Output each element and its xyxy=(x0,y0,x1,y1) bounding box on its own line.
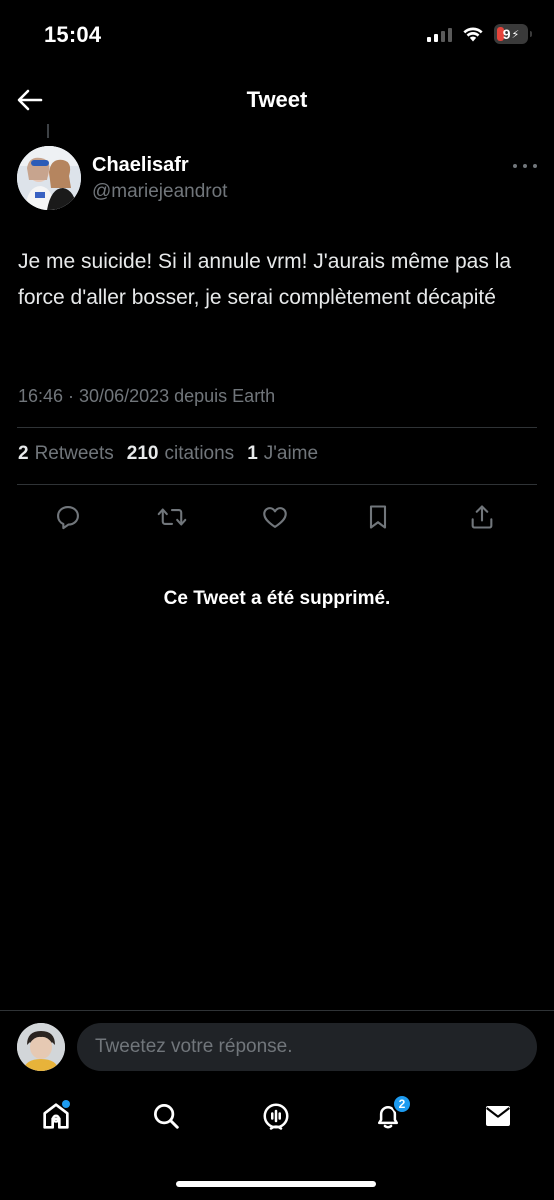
tweet-text: Je me suicide! Si il annule vrm! J'aurai… xyxy=(18,250,512,309)
author-handle[interactable]: @mariejeandrot xyxy=(92,181,227,203)
bookmark-icon xyxy=(369,505,387,529)
bottom-tab-bar: 2 xyxy=(0,1082,554,1152)
battery-indicator: 9 ⚡ xyxy=(494,24,532,44)
spaces-icon xyxy=(263,1103,289,1130)
tweet-author: Chaelisafr @mariejeandrot xyxy=(17,146,537,212)
reply-icon xyxy=(57,506,79,530)
page-title: Tweet xyxy=(246,87,308,112)
quotes-count[interactable]: 210 xyxy=(127,443,159,465)
home-unread-dot xyxy=(62,1100,70,1108)
deleted-tweet-notice: Ce Tweet a été supprimé. xyxy=(163,588,391,609)
retweet-button[interactable] xyxy=(152,497,192,537)
author-avatar[interactable] xyxy=(17,146,81,210)
tab-search[interactable] xyxy=(144,1094,188,1138)
search-icon xyxy=(154,1104,179,1129)
tab-home[interactable] xyxy=(34,1094,78,1138)
cellular-signal-icon xyxy=(427,26,452,42)
back-button[interactable] xyxy=(14,84,46,116)
divider xyxy=(17,484,537,485)
tab-messages[interactable] xyxy=(476,1094,520,1138)
status-time: 15:04 xyxy=(44,22,102,47)
avatar-image xyxy=(17,146,81,210)
wifi-icon xyxy=(463,27,483,42)
tweet-timestamp[interactable]: 16:46 · 30/06/2023 depuis Earth xyxy=(18,386,275,407)
likes-count[interactable]: 1 xyxy=(247,443,258,465)
bookmark-button[interactable] xyxy=(358,497,398,537)
divider xyxy=(17,427,537,428)
like-icon xyxy=(263,507,287,528)
more-options-icon[interactable] xyxy=(513,158,537,174)
avatar-image xyxy=(17,1023,65,1071)
retweet-icon xyxy=(157,508,187,526)
notifications-badge: 2 xyxy=(392,1094,412,1114)
like-button[interactable] xyxy=(255,497,295,537)
likes-label[interactable]: J'aime xyxy=(264,443,318,465)
thread-connector-line xyxy=(47,124,49,138)
author-name[interactable]: Chaelisafr xyxy=(92,154,189,177)
share-icon xyxy=(471,505,493,529)
reply-bar xyxy=(0,1010,554,1082)
navigation-header: Tweet xyxy=(0,70,554,130)
tweet-actions xyxy=(0,497,554,537)
quotes-label[interactable]: citations xyxy=(164,443,234,465)
retweets-count[interactable]: 2 xyxy=(18,443,29,465)
reply-button[interactable] xyxy=(48,497,88,537)
share-button[interactable] xyxy=(462,497,502,537)
home-indicator xyxy=(176,1181,376,1187)
back-arrow-icon xyxy=(17,89,43,111)
tab-spaces[interactable] xyxy=(254,1094,298,1138)
messages-icon xyxy=(486,1106,510,1126)
retweets-label[interactable]: Retweets xyxy=(35,443,114,465)
reply-input[interactable] xyxy=(77,1023,537,1071)
tab-notifications[interactable]: 2 xyxy=(366,1094,412,1138)
tweet-stats: 2 Retweets 210 citations 1 J'aime xyxy=(18,443,331,465)
status-bar: 15:04 9 ⚡ xyxy=(0,0,554,70)
battery-level: 9 xyxy=(502,26,511,42)
charging-bolt-icon: ⚡ xyxy=(511,28,520,41)
current-user-avatar[interactable] xyxy=(17,1023,65,1071)
status-icons: 9 ⚡ xyxy=(427,24,532,44)
